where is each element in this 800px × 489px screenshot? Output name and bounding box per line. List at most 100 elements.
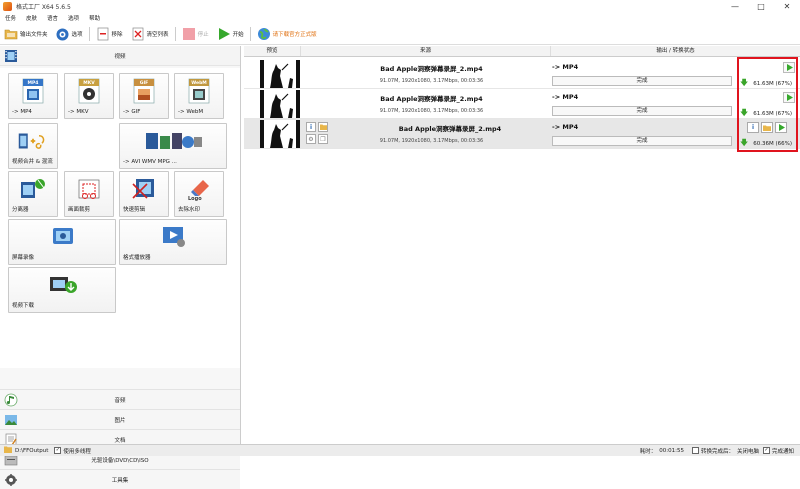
elapsed-time: 00:01:55 bbox=[659, 447, 684, 454]
status-bar: D:\FFOutput ✓ 使用多线程 耗时： 00:01:55 转换完成后： … bbox=[0, 444, 800, 456]
col-preview[interactable]: 预览 bbox=[244, 46, 301, 56]
start-button[interactable]: 开始 bbox=[213, 25, 248, 43]
mp4-file-icon: MP4 bbox=[18, 78, 48, 104]
tile-video-download[interactable]: 视频下载 bbox=[8, 267, 116, 313]
status-box: 完成 bbox=[552, 106, 732, 116]
tile-to-mp4[interactable]: MP4 -> MP4 bbox=[8, 73, 58, 119]
tile-remove-watermark[interactable]: Logo 去除水印 bbox=[174, 171, 224, 217]
tile-splitter[interactable]: 分离器 bbox=[8, 171, 58, 217]
menu-bar: 任务 皮肤 语言 选项 帮助 bbox=[0, 14, 105, 24]
options-button[interactable]: 选项 bbox=[52, 25, 87, 43]
multi-format-icon bbox=[144, 128, 204, 154]
elapsed-label: 耗时： bbox=[639, 448, 657, 455]
clear-list-icon bbox=[131, 27, 145, 41]
category-list: 音频 图片 文档 光驱设备\DVD\CD\ISO 工具集 bbox=[0, 389, 240, 489]
shutdown-option[interactable]: 关闭电脑 bbox=[737, 447, 759, 455]
tile-crop[interactable]: 画面裁剪 bbox=[64, 171, 114, 217]
remove-button[interactable]: 移除 bbox=[92, 25, 127, 43]
screen-record-icon bbox=[48, 224, 78, 250]
task-list: 预览 来源 输出 / 转换状态 Bad Apple洞察弹幕录屏_2.mp4 91… bbox=[244, 46, 800, 444]
clear-list-button[interactable]: 清空列表 bbox=[127, 25, 173, 43]
notify-checkbox[interactable]: ✓ bbox=[762, 447, 770, 454]
menu-language[interactable]: 语言 bbox=[42, 14, 63, 24]
app-logo-icon bbox=[3, 2, 12, 11]
tile-screen-record[interactable]: 屏幕录像 bbox=[8, 219, 116, 265]
task-table-header: 预览 来源 输出 / 转换状态 bbox=[244, 46, 800, 57]
target-format: -> MP4 bbox=[552, 63, 579, 71]
multithread-checkbox[interactable]: ✓ bbox=[54, 447, 62, 454]
tile-to-mkv[interactable]: MKV -> MKV bbox=[64, 73, 114, 119]
open-folder-button[interactable] bbox=[318, 122, 328, 132]
category-tools[interactable]: 工具集 bbox=[0, 469, 240, 489]
target-format: -> MP4 bbox=[552, 93, 579, 101]
maximize-button[interactable]: □ bbox=[748, 0, 774, 13]
table-row-selected[interactable]: i ⚙ ❐ Bad Apple洞察弹幕录屏_2.mp4 91.07M, 1920… bbox=[244, 119, 800, 149]
options-icon bbox=[56, 27, 70, 41]
tile-quick-edit[interactable]: 快速剪辑 bbox=[119, 171, 169, 217]
title-bar: 格式工厂 X64 5.6.5 — □ ✕ bbox=[0, 0, 800, 13]
menu-task[interactable]: 任务 bbox=[0, 14, 21, 24]
webm-file-icon: WebM bbox=[184, 78, 214, 104]
window-title: 格式工厂 X64 5.6.5 bbox=[16, 4, 71, 11]
tile-video-merge[interactable]: 视频合并 & 混流 bbox=[8, 123, 58, 169]
category-image[interactable]: 图片 bbox=[0, 409, 240, 429]
output-folder-icon bbox=[4, 446, 12, 455]
source-filename: Bad Apple洞察弹幕录屏_2.mp4 bbox=[380, 65, 483, 73]
film-icon bbox=[4, 49, 18, 63]
menu-help[interactable]: 帮助 bbox=[84, 14, 105, 24]
mkv-file-icon: MKV bbox=[74, 78, 104, 104]
menu-options[interactable]: 选项 bbox=[63, 14, 84, 24]
eraser-icon: Logo bbox=[184, 176, 214, 202]
table-row[interactable]: Bad Apple洞察弹幕录屏_2.mp4 91.07M, 1920x1080,… bbox=[244, 59, 800, 89]
tile-format-player[interactable]: 格式播放器 bbox=[119, 219, 227, 265]
category-audio[interactable]: 音频 bbox=[0, 389, 240, 409]
remove-icon bbox=[96, 27, 110, 41]
output-path[interactable]: D:\FFOutput bbox=[15, 448, 48, 454]
source-filename: Bad Apple洞察弹幕录屏_2.mp4 bbox=[398, 125, 502, 133]
source-info: 91.07M, 1920x1080, 3.17Mbps, 00:03:36 bbox=[379, 138, 484, 144]
col-source[interactable]: 来源 bbox=[301, 46, 551, 56]
info-button[interactable]: i bbox=[306, 122, 316, 132]
left-panel: 视频 MP4 -> MP4 MKV -> MKV GIF -> GIF WebM… bbox=[0, 46, 241, 489]
info-icon: i bbox=[309, 123, 313, 131]
scissors-film-icon bbox=[129, 176, 159, 202]
toolbar-divider bbox=[249, 27, 251, 41]
player-icon bbox=[159, 224, 189, 250]
target-format: -> MP4 bbox=[552, 123, 579, 131]
col-output-status[interactable]: 输出 / 转换状态 bbox=[551, 46, 800, 56]
notify-label: 完成通知 bbox=[771, 448, 794, 455]
status-box: 完成 bbox=[552, 136, 732, 146]
toolbox-icon bbox=[4, 473, 18, 487]
video-tools-grid: MP4 -> MP4 MKV -> MKV GIF -> GIF WebM ->… bbox=[0, 68, 240, 368]
play-icon bbox=[217, 27, 231, 41]
splitter-icon bbox=[18, 176, 48, 202]
source-info: 91.07M, 1920x1080, 3.17Mbps, 00:03:36 bbox=[379, 108, 484, 114]
stop-icon bbox=[182, 27, 196, 41]
output-folder-button[interactable]: 输出文件夹 bbox=[0, 25, 52, 43]
video-download-icon bbox=[48, 272, 78, 298]
after-complete-label: 转换完成后： bbox=[700, 448, 734, 455]
merge-icon bbox=[18, 128, 48, 154]
folder-icon bbox=[319, 124, 327, 130]
category-video[interactable]: 视频 bbox=[0, 46, 240, 66]
folder-icon bbox=[4, 27, 18, 41]
menu-skin[interactable]: 皮肤 bbox=[21, 14, 42, 24]
download-official-button[interactable]: 请下载官方正式版 bbox=[253, 25, 321, 43]
globe-icon bbox=[257, 27, 271, 41]
stop-button[interactable]: 停止 bbox=[178, 25, 213, 43]
video-thumbnail bbox=[260, 120, 300, 148]
table-row[interactable]: Bad Apple洞察弹幕录屏_2.mp4 91.07M, 1920x1080,… bbox=[244, 89, 800, 119]
gif-file-icon: GIF bbox=[129, 78, 159, 104]
multithread-label: 使用多线程 bbox=[63, 448, 91, 455]
source-filename: Bad Apple洞察弹幕录屏_2.mp4 bbox=[380, 95, 483, 103]
after-complete-checkbox[interactable] bbox=[691, 447, 699, 454]
tile-to-gif[interactable]: GIF -> GIF bbox=[119, 73, 169, 119]
video-thumbnail bbox=[260, 90, 300, 118]
status-box: 完成 bbox=[552, 76, 732, 86]
tile-to-avi-wmv-mpg[interactable]: -> AVI WMV MPG ... bbox=[119, 123, 227, 169]
close-button[interactable]: ✕ bbox=[774, 0, 800, 13]
tile-to-webm[interactable]: WebM -> WebM bbox=[174, 73, 224, 119]
toolbar: 输出文件夹 选项 移除 清空列表 停止 开始 请下载官方正式版 bbox=[0, 24, 800, 45]
minimize-button[interactable]: — bbox=[722, 0, 748, 13]
music-note-icon bbox=[4, 393, 18, 407]
